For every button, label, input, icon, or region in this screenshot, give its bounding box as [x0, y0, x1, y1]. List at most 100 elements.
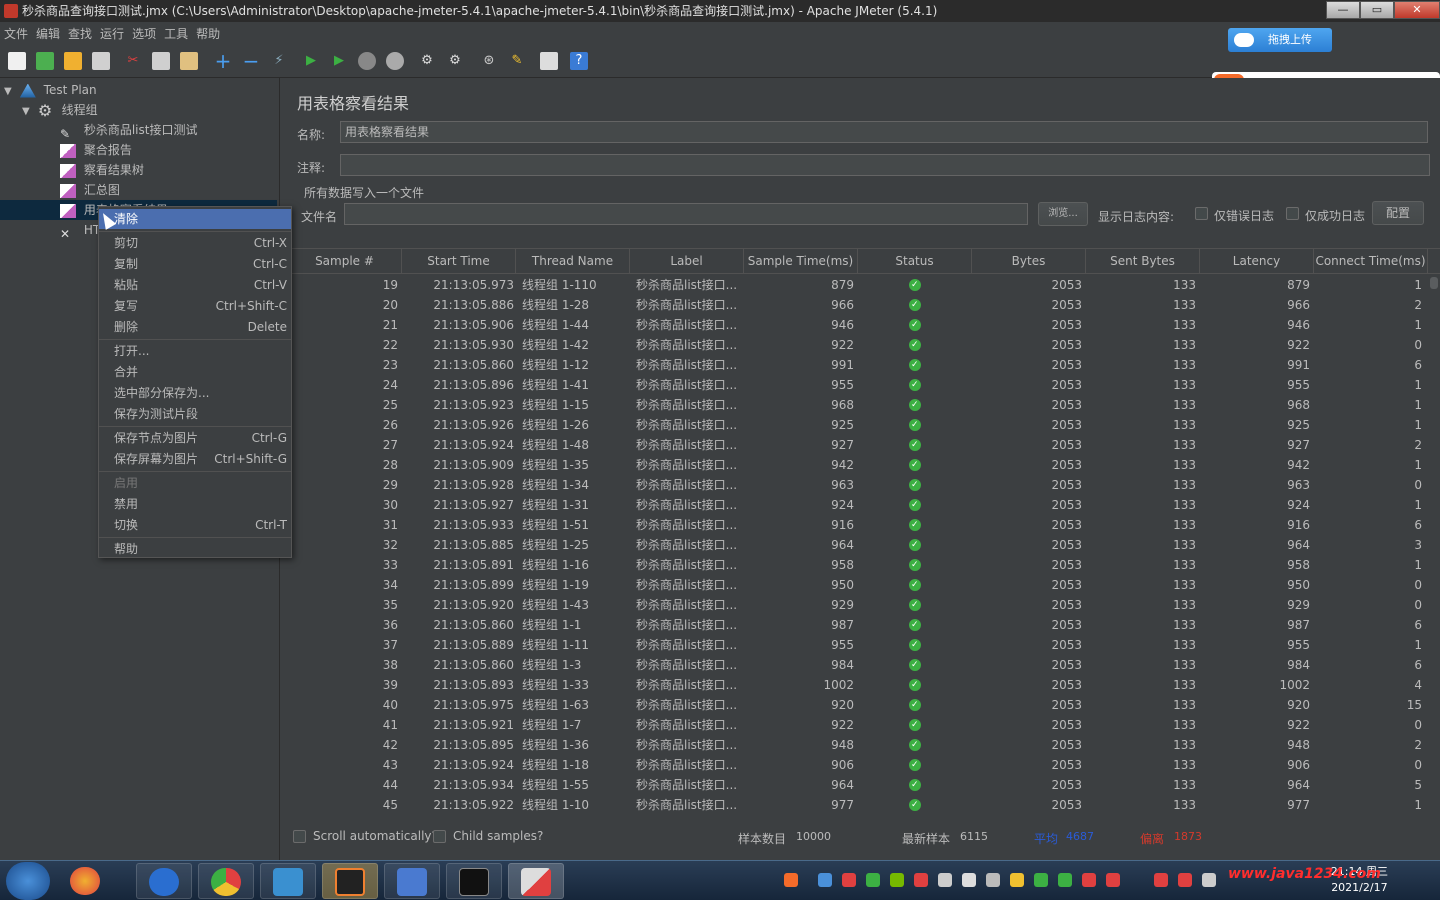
context-menu-item[interactable]: 禁用: [99, 494, 291, 514]
menu-help[interactable]: 帮助: [196, 25, 220, 42]
start-no-pause-icon[interactable]: ▶: [330, 52, 348, 70]
success-only-checkbox[interactable]: [1286, 207, 1299, 220]
context-menu-item[interactable]: 保存节点为图片 Ctrl-G: [99, 428, 291, 448]
nvidia-icon[interactable]: [890, 873, 904, 887]
table-row[interactable]: 24 21:13:05.896 线程组 1-41 秒杀商品list接口... 955 20…: [288, 375, 1428, 395]
comment-field[interactable]: [340, 154, 1430, 176]
taskbar-chrome[interactable]: [198, 863, 254, 899]
table-row[interactable]: 35 21:13:05.920 线程组 1-43 秒杀商品list接口... 929 20…: [288, 595, 1428, 615]
col-sent-bytes[interactable]: Sent Bytes: [1086, 249, 1200, 273]
context-menu-item[interactable]: 合并: [99, 362, 291, 382]
toggle-icon[interactable]: ⚡: [270, 52, 288, 70]
maximize-button[interactable]: ▭: [1360, 1, 1394, 19]
scroll-auto-checkbox[interactable]: [293, 830, 306, 843]
table-row[interactable]: 42 21:13:05.895 线程组 1-36 秒杀商品list接口... 948 20…: [288, 735, 1428, 755]
menu-options[interactable]: 选项: [132, 25, 156, 42]
tree-item-http-sampler[interactable]: ✎ 秒杀商品list接口测试: [60, 120, 197, 141]
filename-field[interactable]: [344, 203, 1028, 225]
table-row[interactable]: 31 21:13:05.933 线程组 1-51 秒杀商品list接口... 916 20…: [288, 515, 1428, 535]
templates-icon[interactable]: [36, 52, 54, 70]
tray-icon-6[interactable]: [986, 873, 1000, 887]
expand-icon[interactable]: +: [214, 51, 232, 71]
tray-icon-7[interactable]: [1010, 873, 1024, 887]
drag-upload-button[interactable]: 拖拽上传: [1228, 28, 1332, 52]
reset-search-icon[interactable]: ✎: [508, 52, 526, 70]
shield-icon[interactable]: [866, 873, 880, 887]
col-sample-num[interactable]: Sample #: [288, 249, 402, 273]
child-samples-checkbox[interactable]: [433, 830, 446, 843]
cut-icon[interactable]: ✂: [124, 52, 142, 70]
context-menu-item[interactable]: 剪切 Ctrl-X: [99, 233, 291, 253]
qq-icon[interactable]: [1106, 873, 1120, 887]
table-row[interactable]: 28 21:13:05.909 线程组 1-35 秒杀商品list接口... 942 20…: [288, 455, 1428, 475]
taskbar-app-2[interactable]: [136, 863, 192, 899]
col-label[interactable]: Label: [630, 249, 744, 273]
context-menu-item[interactable]: 保存为测试片段: [99, 404, 291, 424]
qq-icon[interactable]: [1082, 873, 1096, 887]
clear-icon[interactable]: ⚙: [418, 52, 436, 70]
col-connect-time[interactable]: Connect Time(ms): [1314, 249, 1428, 273]
menu-file[interactable]: 文件: [4, 25, 28, 42]
volume-icon[interactable]: [1202, 873, 1216, 887]
col-bytes[interactable]: Bytes: [972, 249, 1086, 273]
table-row[interactable]: 30 21:13:05.927 线程组 1-31 秒杀商品list接口... 924 20…: [288, 495, 1428, 515]
taskbar-app-6[interactable]: [384, 863, 440, 899]
help-icon[interactable]: ?: [570, 52, 588, 70]
menu-run[interactable]: 运行: [100, 25, 124, 42]
table-row[interactable]: 21 21:13:05.906 线程组 1-44 秒杀商品list接口... 946 20…: [288, 315, 1428, 335]
browse-button[interactable]: 浏览...: [1038, 202, 1088, 226]
tray-icon-1[interactable]: [818, 873, 832, 887]
table-row[interactable]: 43 21:13:05.924 线程组 1-18 秒杀商品list接口... 906 20…: [288, 755, 1428, 775]
close-button[interactable]: ✕: [1394, 1, 1440, 19]
context-menu-item[interactable]: 删除 Delete: [99, 317, 291, 337]
table-row[interactable]: 40 21:13:05.975 线程组 1-63 秒杀商品list接口... 920 20…: [288, 695, 1428, 715]
new-icon[interactable]: [8, 52, 26, 70]
table-row[interactable]: 27 21:13:05.924 线程组 1-48 秒杀商品list接口... 927 20…: [288, 435, 1428, 455]
context-menu-item[interactable]: 清除: [99, 209, 291, 229]
table-row[interactable]: 20 21:13:05.886 线程组 1-28 秒杀商品list接口... 966 20…: [288, 295, 1428, 315]
taskbar-jmeter[interactable]: [508, 863, 564, 899]
wechat-icon[interactable]: [1034, 873, 1048, 887]
function-helper-icon[interactable]: [540, 52, 558, 70]
table-row[interactable]: 22 21:13:05.930 线程组 1-42 秒杀商品list接口... 922 20…: [288, 335, 1428, 355]
save-icon[interactable]: [92, 52, 110, 70]
table-row[interactable]: 45 21:13:05.922 线程组 1-10 秒杀商品list接口... 977 20…: [288, 795, 1428, 815]
table-row[interactable]: 41 21:13:05.921 线程组 1-7 秒杀商品list接口... 922 205…: [288, 715, 1428, 735]
table-row[interactable]: 34 21:13:05.899 线程组 1-19 秒杀商品list接口... 950 20…: [288, 575, 1428, 595]
col-status[interactable]: Status: [858, 249, 972, 273]
table-row[interactable]: 36 21:13:05.860 线程组 1-1 秒杀商品list接口... 987 205…: [288, 615, 1428, 635]
menu-tools[interactable]: 工具: [164, 25, 188, 42]
tree-item-aggregate-report[interactable]: 聚合报告: [60, 140, 132, 160]
table-row[interactable]: 26 21:13:05.926 线程组 1-26 秒杀商品list接口... 925 20…: [288, 415, 1428, 435]
taskbar-terminal[interactable]: [446, 863, 502, 899]
table-row[interactable]: 32 21:13:05.885 线程组 1-25 秒杀商品list接口... 964 20…: [288, 535, 1428, 555]
paste-icon[interactable]: [180, 52, 198, 70]
chevron-down-icon[interactable]: ▼: [4, 82, 16, 102]
tray-icon-2[interactable]: [842, 873, 856, 887]
shutdown-icon[interactable]: [386, 52, 404, 70]
table-row[interactable]: 33 21:13:05.891 线程组 1-16 秒杀商品list接口... 958 20…: [288, 555, 1428, 575]
qq-icon[interactable]: [1154, 873, 1168, 887]
start-icon[interactable]: ▶: [302, 52, 320, 70]
table-row[interactable]: 38 21:13:05.860 线程组 1-3 秒杀商品list接口... 984 205…: [288, 655, 1428, 675]
tray-icon-5[interactable]: [962, 873, 976, 887]
tray-icon-8[interactable]: [1058, 873, 1072, 887]
context-menu-item[interactable]: 选中部分保存为...: [99, 383, 291, 403]
table-row[interactable]: 23 21:13:05.860 线程组 1-12 秒杀商品list接口... 991 20…: [288, 355, 1428, 375]
col-sample-time[interactable]: Sample Time(ms): [744, 249, 858, 273]
clear-all-icon[interactable]: ⚙: [446, 52, 464, 70]
context-menu-item[interactable]: 保存屏幕为图片 Ctrl+Shift-G: [99, 449, 291, 469]
tray-icon-3[interactable]: [914, 873, 928, 887]
configure-button[interactable]: 配置: [1372, 201, 1424, 225]
errors-only-checkbox[interactable]: [1195, 207, 1208, 220]
copy-icon[interactable]: [152, 52, 170, 70]
collapse-icon[interactable]: −: [242, 51, 260, 71]
minimize-button[interactable]: —: [1326, 1, 1360, 19]
chevron-down-icon[interactable]: ▼: [22, 102, 34, 122]
col-start-time[interactable]: Start Time: [402, 249, 516, 273]
context-menu-item[interactable]: 帮助: [99, 539, 291, 559]
tree-item-summary-graph[interactable]: 汇总图: [60, 180, 120, 200]
qq-icon[interactable]: [1178, 873, 1192, 887]
col-thread-name[interactable]: Thread Name: [516, 249, 630, 273]
stop-icon[interactable]: [358, 52, 376, 70]
